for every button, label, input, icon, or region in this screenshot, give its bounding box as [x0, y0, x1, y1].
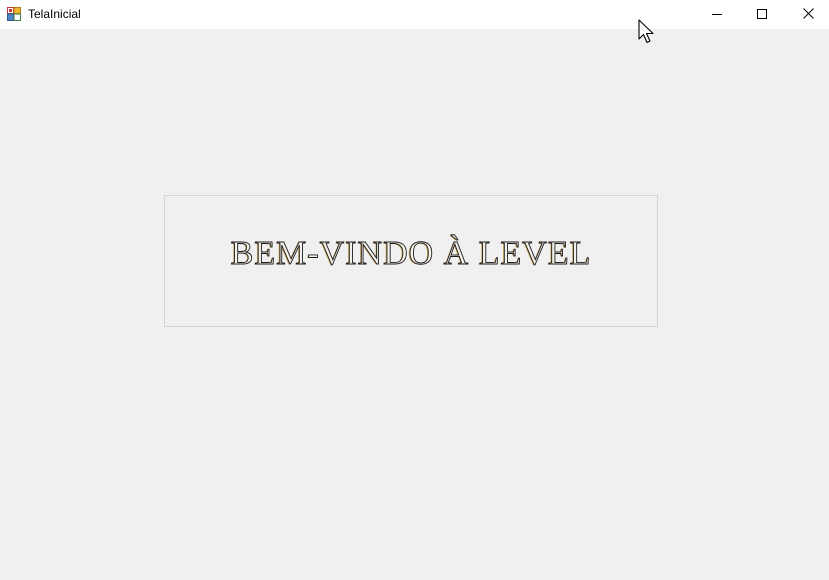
minimize-icon: [712, 6, 722, 24]
maximize-button[interactable]: [739, 0, 785, 29]
minimize-button[interactable]: [694, 0, 740, 29]
close-button[interactable]: [785, 0, 829, 29]
welcome-panel: BEM-VINDO À LEVEL: [164, 195, 658, 327]
close-icon: [802, 6, 814, 24]
app-icon: [7, 7, 21, 21]
title-bar[interactable]: TelaInicial: [0, 0, 829, 29]
welcome-heading: BEM-VINDO À LEVEL: [230, 235, 592, 273]
mouse-cursor-icon: [638, 19, 656, 47]
maximize-icon: [757, 6, 767, 24]
app-window: TelaInicial BEM-VINDO À LEVEL: [0, 0, 829, 580]
window-title: TelaInicial: [28, 7, 81, 21]
